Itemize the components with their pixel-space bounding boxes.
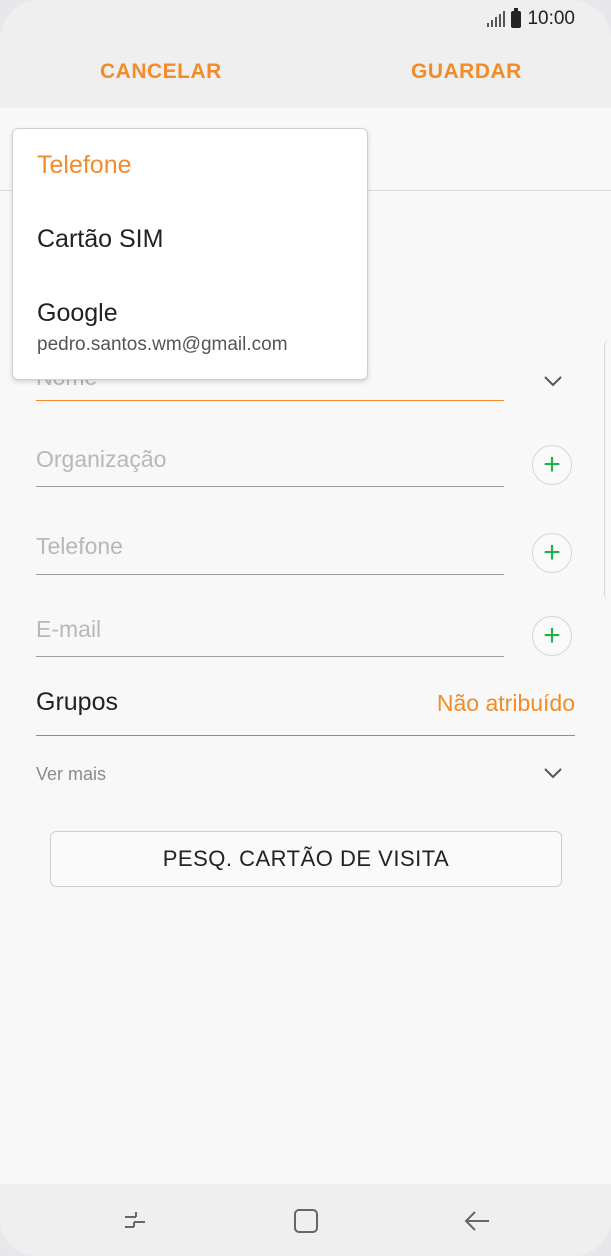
organization-field[interactable]: Organização xyxy=(36,446,504,487)
status-time: 10:00 xyxy=(527,8,575,29)
plus-icon: + xyxy=(543,536,561,569)
dropdown-item-sim[interactable]: Cartão SIM xyxy=(37,225,163,254)
edge-handle[interactable] xyxy=(604,340,611,600)
chevron-down-icon[interactable] xyxy=(543,766,562,782)
groups-value[interactable]: Não atribuído xyxy=(437,690,575,717)
recent-apps-icon[interactable] xyxy=(122,1208,148,1239)
add-organization-button[interactable]: + xyxy=(532,445,572,485)
dropdown-item-google[interactable]: Google pedro.santos.wm@gmail.com xyxy=(37,299,288,356)
action-bar: CANCELAR GUARDAR xyxy=(0,38,611,109)
account-dropdown: Telefone Cartão SIM Google pedro.santos.… xyxy=(12,128,368,380)
plus-icon: + xyxy=(543,619,561,652)
chevron-down-icon[interactable] xyxy=(543,374,562,390)
dropdown-item-label: Telefone xyxy=(37,151,132,179)
back-icon[interactable] xyxy=(463,1208,491,1239)
organization-placeholder: Organização xyxy=(36,446,167,472)
plus-icon: + xyxy=(543,448,561,481)
scan-business-card-button[interactable]: PESQ. CARTÃO DE VISITA xyxy=(50,831,562,887)
email-field[interactable]: E-mail xyxy=(36,616,504,657)
phone-screen: 10:00 CANCELAR GUARDAR Nome Organização … xyxy=(0,0,611,1256)
add-email-button[interactable]: + xyxy=(532,616,572,656)
dropdown-item-label: Cartão SIM xyxy=(37,225,164,253)
groups-label: Grupos xyxy=(36,688,118,716)
status-indicators: 10:00 xyxy=(487,7,575,30)
navigation-bar xyxy=(0,1184,611,1256)
signal-icon xyxy=(487,11,506,27)
dropdown-item-subtitle: pedro.santos.wm@gmail.com xyxy=(37,334,288,355)
dropdown-item-phone[interactable]: Telefone xyxy=(37,151,132,180)
save-button[interactable]: GUARDAR xyxy=(411,60,522,84)
home-icon[interactable] xyxy=(293,1208,319,1239)
battery-icon xyxy=(511,7,522,28)
phone-field[interactable]: Telefone xyxy=(36,533,504,575)
dropdown-item-label: Google xyxy=(37,299,118,327)
email-placeholder: E-mail xyxy=(36,616,102,642)
see-more-label[interactable]: Ver mais xyxy=(36,764,106,785)
divider xyxy=(36,735,575,736)
status-bar: 10:00 xyxy=(0,0,611,38)
cancel-button[interactable]: CANCELAR xyxy=(100,60,222,84)
phone-placeholder: Telefone xyxy=(36,533,123,559)
add-phone-button[interactable]: + xyxy=(532,533,572,573)
